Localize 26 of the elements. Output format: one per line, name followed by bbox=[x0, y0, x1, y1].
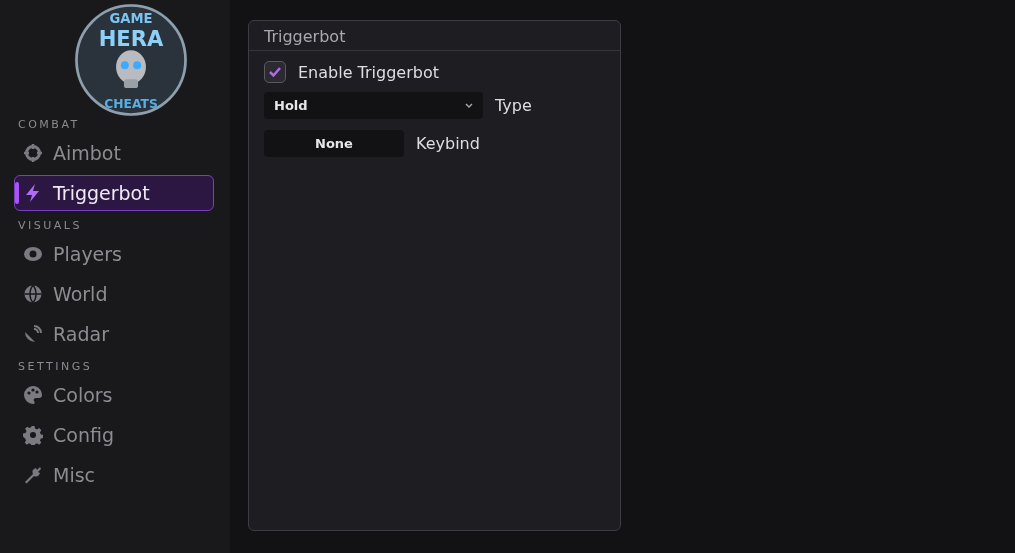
section-label: COMBAT bbox=[17, 118, 81, 131]
section-label: VISUALS bbox=[17, 219, 83, 232]
check-icon bbox=[268, 65, 282, 79]
sidebar-item[interactable]: Radar bbox=[14, 316, 214, 352]
sidebar-item[interactable]: Config bbox=[14, 417, 214, 453]
eye-icon bbox=[23, 244, 43, 264]
sidebar-item[interactable]: Aimbot bbox=[14, 135, 214, 171]
chevron-icon bbox=[465, 102, 473, 109]
type-dropdown[interactable]: Hold bbox=[264, 92, 483, 119]
field-label: Keybind bbox=[416, 134, 480, 153]
section-label: SETTINGS bbox=[17, 360, 94, 373]
sidebar-item[interactable]: Colors bbox=[14, 377, 214, 413]
sidebar-item[interactable]: Misc bbox=[14, 457, 214, 493]
sidebar-item[interactable]: World bbox=[14, 276, 214, 312]
sidebar-item[interactable]: Players bbox=[14, 236, 214, 272]
sidebar-item[interactable]: Triggerbot bbox=[14, 175, 214, 211]
wrench-icon bbox=[23, 465, 43, 485]
crosshair-icon bbox=[23, 143, 43, 163]
field-label: Type bbox=[495, 96, 532, 115]
settings-icon bbox=[23, 425, 43, 445]
palette-icon bbox=[23, 385, 43, 405]
checkbox-label: Enable Triggerbot bbox=[298, 62, 439, 82]
keybind-button[interactable]: None bbox=[264, 130, 404, 157]
globe-icon bbox=[23, 284, 43, 304]
panel-title: Triggerbot bbox=[249, 21, 620, 51]
checkbox[interactable] bbox=[264, 61, 286, 83]
